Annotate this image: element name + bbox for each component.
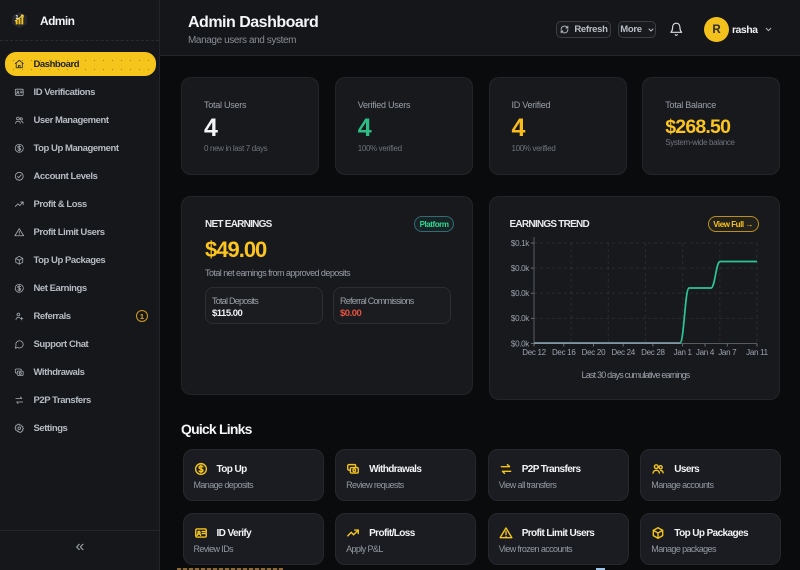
svg-text:1: 1 [15,15,18,21]
svg-text:Jan 1: Jan 1 [674,348,693,357]
svg-text:Jan 7: Jan 7 [718,348,737,357]
svg-text:$0.0k: $0.0k [511,339,530,348]
svg-text:Dec 20: Dec 20 [582,348,606,357]
svg-text:Jan 4: Jan 4 [696,348,715,357]
svg-text:$0.0k: $0.0k [511,314,530,323]
svg-text:Dec 28: Dec 28 [641,348,665,357]
svg-text:$0.0k: $0.0k [511,289,530,298]
svg-text:$0.1k: $0.1k [511,239,530,248]
svg-text:Jan 11: Jan 11 [746,348,768,357]
svg-text:Dec 16: Dec 16 [552,348,576,357]
svg-text:Dec 24: Dec 24 [611,348,635,357]
svg-text:Dec 12: Dec 12 [522,348,546,357]
svg-text:$0.0k: $0.0k [511,264,530,273]
